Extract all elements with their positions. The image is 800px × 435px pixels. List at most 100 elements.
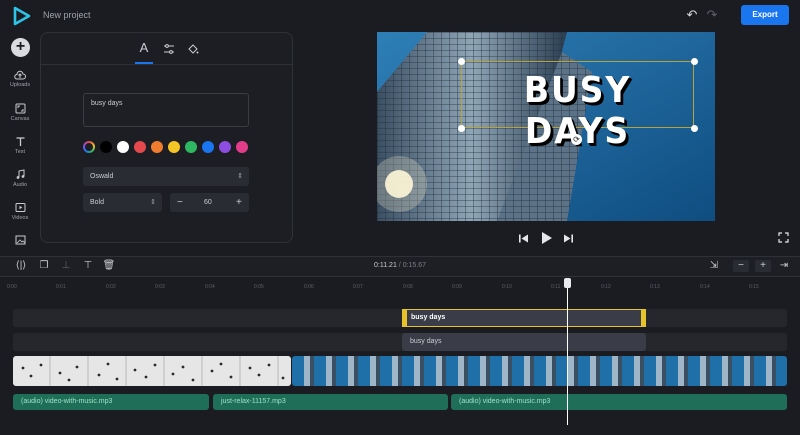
rail-item-text[interactable]: Text: [4, 136, 36, 155]
snap-icon[interactable]: ⇲: [707, 260, 721, 272]
image-icon: [15, 235, 25, 245]
color-swatch[interactable]: [185, 141, 197, 153]
color-swatch[interactable]: [100, 141, 112, 153]
skip-back-icon[interactable]: [518, 233, 529, 244]
rail-label: Uploads: [9, 82, 31, 88]
rail-label: Canvas: [10, 116, 30, 122]
rail-item-canvas[interactable]: Canvas: [4, 103, 36, 122]
resize-handle[interactable]: [691, 58, 698, 65]
text-tab-icon[interactable]: A: [134, 39, 154, 57]
ruler-label: 0:05: [254, 284, 264, 290]
color-swatch[interactable]: [236, 141, 248, 153]
fit-timeline-icon[interactable]: ⇥: [776, 260, 792, 272]
plus-icon[interactable]: +: [236, 193, 242, 212]
resize-handle[interactable]: [458, 125, 465, 132]
ruler-label: 0:08: [403, 284, 413, 290]
chevron-updown-icon: ⇕: [150, 199, 156, 206]
export-button[interactable]: Export: [741, 5, 789, 25]
fullscreen-icon[interactable]: [778, 232, 789, 243]
resize-handle[interactable]: [458, 58, 465, 65]
video-clip-building[interactable]: [292, 356, 787, 386]
audio-clip[interactable]: (audio) video-with-music.mp3: [451, 394, 787, 410]
ruler-label: 0:11: [551, 284, 561, 290]
color-swatch[interactable]: [151, 141, 163, 153]
rail-item-uploads[interactable]: Uploads: [4, 70, 36, 88]
ruler-label: 0:09: [452, 284, 462, 290]
color-swatch[interactable]: [168, 141, 180, 153]
clip-label: busy days: [411, 314, 446, 321]
trim-handle-right[interactable]: [641, 309, 646, 327]
audio-clip[interactable]: just-relax-11157.mp3: [213, 394, 448, 410]
chevron-updown-icon: ⇕: [237, 173, 243, 180]
project-title[interactable]: New project: [43, 10, 91, 20]
adjust-tab-icon[interactable]: [159, 39, 179, 57]
time-display: 0:11.21 / 0:15.67: [374, 262, 426, 269]
play-icon[interactable]: [540, 231, 553, 245]
trim-handle-left[interactable]: [402, 309, 407, 327]
rail-label: Videos: [11, 215, 29, 221]
canvas-icon: [15, 103, 25, 114]
align-bottom-icon[interactable]: ⊥: [59, 260, 73, 272]
font-size-value[interactable]: 60: [204, 193, 212, 212]
font-weight-value: Bold: [90, 199, 105, 206]
ruler-label: 0:02: [106, 284, 116, 290]
app-logo-icon: [13, 6, 31, 26]
rail-item-videos[interactable]: Videos: [4, 202, 36, 221]
align-top-icon[interactable]: ⊤: [81, 260, 95, 272]
panel-divider: [41, 64, 292, 65]
skip-forward-icon[interactable]: [563, 233, 574, 244]
color-swatch[interactable]: [117, 141, 129, 153]
font-family-value: Oswald: [90, 173, 114, 180]
playhead-line[interactable]: [567, 285, 568, 425]
font-family-select[interactable]: Oswald ⇕: [83, 167, 249, 186]
text-icon: [16, 137, 24, 146]
color-swatch[interactable]: [202, 141, 214, 153]
ruler-label: 0:14: [700, 284, 710, 290]
ruler-label: 0:13: [650, 284, 660, 290]
video-clip-crowd[interactable]: [13, 356, 291, 386]
text-track: [13, 333, 787, 351]
delete-icon[interactable]: 🗑: [102, 260, 116, 272]
color-picker-icon[interactable]: [83, 141, 95, 153]
ruler-label: 0:04: [205, 284, 215, 290]
ruler-label: 0:15: [749, 284, 759, 290]
color-swatch[interactable]: [134, 141, 146, 153]
cloud-upload-icon: [14, 70, 26, 80]
add-button[interactable]: +: [11, 38, 30, 57]
font-size-stepper[interactable]: − 60 +: [170, 193, 249, 212]
rail-label: Audio: [12, 182, 28, 188]
ruler-label: 0:12: [601, 284, 611, 290]
zoom-out-icon[interactable]: −: [733, 260, 749, 272]
music-note-icon: [16, 169, 24, 179]
duplicate-icon[interactable]: ❐: [37, 260, 51, 272]
text-properties-panel: A: [40, 32, 293, 243]
total-time: 0:15.67: [402, 262, 427, 269]
audio-clip[interactable]: (audio) video-with-music.mp3: [13, 394, 209, 410]
text-input[interactable]: busy days: [83, 93, 249, 127]
playhead-handle[interactable]: [564, 278, 571, 288]
text-track: [13, 309, 787, 327]
ruler-label: 0:00: [7, 284, 17, 290]
minus-icon[interactable]: −: [177, 193, 183, 212]
text-clip-selected[interactable]: busy days: [402, 309, 646, 327]
fill-tab-icon[interactable]: [183, 39, 203, 57]
video-thumbnails: [21, 362, 285, 382]
undo-icon[interactable]: ↶: [684, 8, 700, 22]
ruler-label: 0:10: [502, 284, 512, 290]
font-weight-select[interactable]: Bold ⇕: [83, 193, 162, 212]
ruler-label: 0:01: [56, 284, 66, 290]
rail-item-images[interactable]: [4, 235, 36, 245]
zoom-in-icon[interactable]: +: [755, 260, 771, 272]
redo-icon[interactable]: ↷: [704, 8, 720, 22]
rail-label: Text: [14, 149, 26, 155]
rail-item-audio[interactable]: Audio: [4, 169, 36, 188]
ruler-label: 0:06: [304, 284, 314, 290]
text-clip[interactable]: busy days: [402, 333, 646, 351]
resize-handle[interactable]: [691, 125, 698, 132]
rotate-handle-icon[interactable]: ⟳: [571, 134, 582, 145]
ruler-label: 0:07: [353, 284, 363, 290]
current-time: 0:11.21: [374, 262, 397, 269]
color-swatch[interactable]: [219, 141, 231, 153]
video-icon: [15, 203, 25, 212]
split-icon[interactable]: ⟨|⟩: [14, 260, 28, 272]
